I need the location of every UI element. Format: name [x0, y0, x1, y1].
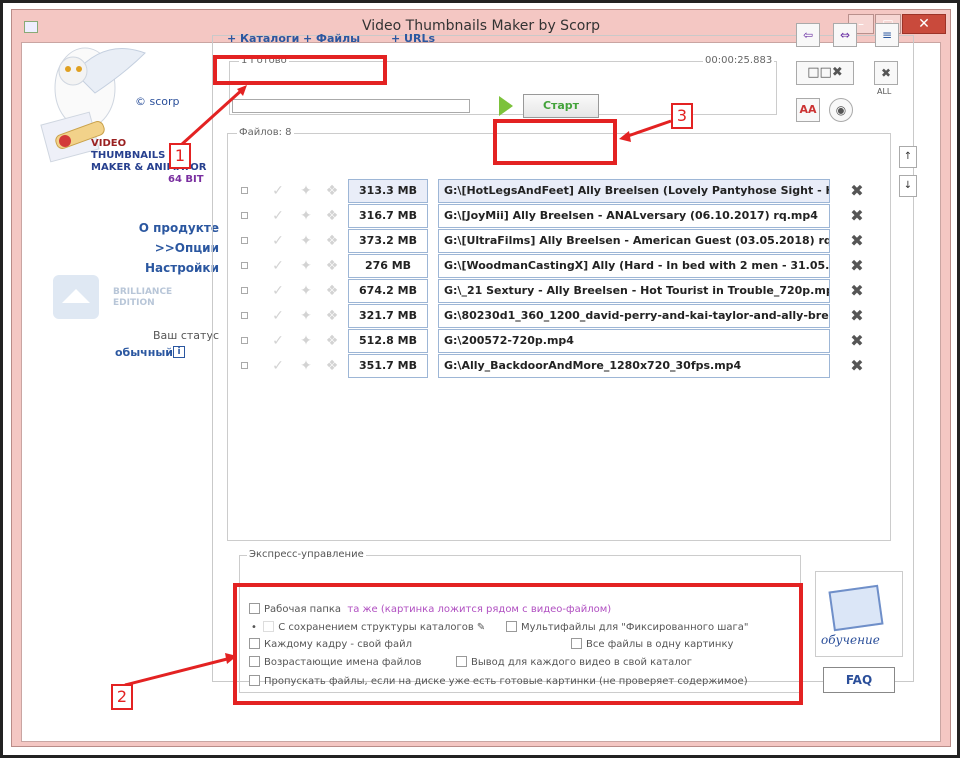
screenshot-frame: Video Thumbnails Maker by Scorp – □ ✕ © …	[0, 0, 960, 758]
annotation-number-3: 3	[671, 103, 693, 129]
arrow-3	[624, 119, 672, 139]
annotation-number-2: 2	[111, 684, 133, 710]
arrow-2-head	[225, 653, 237, 664]
arrow-2	[124, 656, 232, 687]
annotation-arrows	[124, 85, 672, 687]
annotation-number-1: 1	[169, 143, 191, 169]
arrow-1	[179, 87, 245, 147]
arrow-3-head	[619, 131, 631, 142]
